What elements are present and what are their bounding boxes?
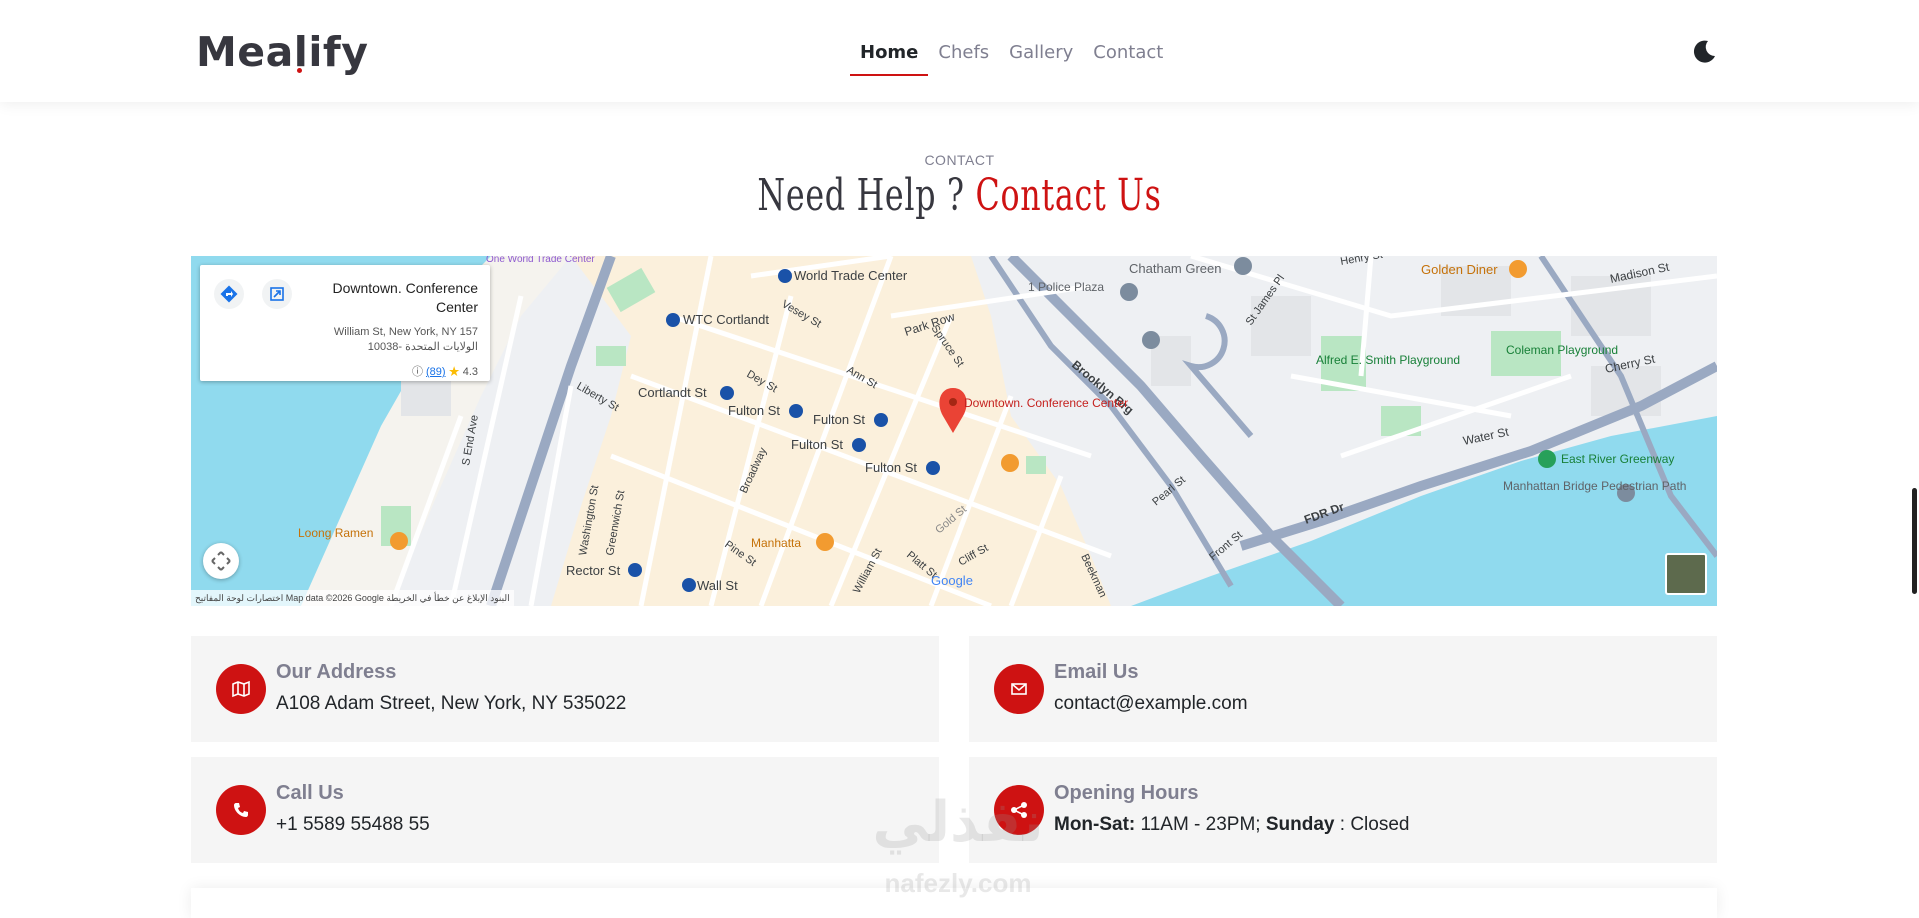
map-label: Coleman Playground: [1506, 343, 1618, 357]
contact-email-link[interactable]: contact@example.com: [1054, 693, 1248, 715]
logo-dot: [297, 68, 302, 73]
map-label: Alfred E. Smith Playground: [1316, 353, 1460, 367]
section-title-accent: Contact Us: [975, 170, 1162, 221]
rating-value: 4.3: [462, 366, 478, 378]
map-label: 1 Police Plaza: [1028, 280, 1104, 294]
share-icon: [994, 785, 1044, 835]
scrollbar-thumb[interactable]: [1912, 488, 1917, 594]
star-icon: ★: [448, 366, 460, 378]
map-label: Manhatta: [751, 536, 801, 550]
site-header: Mealify Home Chefs Gallery Contact: [0, 0, 1919, 102]
map-label: Manhattan Bridge Pedestrian Path: [1503, 479, 1686, 493]
google-map[interactable]: World Trade Center WTC Cortlandt Cortlan…: [191, 256, 1717, 606]
info-icon[interactable]: ⓘ: [412, 366, 423, 378]
phone-icon: [216, 785, 266, 835]
nav-link-gallery[interactable]: Gallery: [999, 40, 1083, 73]
place-address-line2: 10038- الولايات المتحدة: [367, 341, 478, 353]
fullscreen-icon[interactable]: [203, 543, 239, 579]
hours-time: 11AM - 23PM;: [1135, 814, 1266, 835]
moon-icon[interactable]: [1690, 36, 1720, 66]
opening-hours-value: Mon-Sat: 11AM - 23PM; Sunday : Closed: [1054, 814, 1409, 836]
map-label: Loong Ramen: [298, 526, 373, 540]
map-label: One World Trade Center: [486, 256, 595, 265]
map-icon: [216, 664, 266, 714]
hours-days: Mon-Sat:: [1054, 814, 1136, 835]
envelope-icon: [994, 664, 1044, 714]
contact-label: Email Us: [1054, 661, 1139, 683]
contact-label: Our Address: [276, 661, 397, 683]
nav-link-contact[interactable]: Contact: [1083, 40, 1173, 73]
map-label: Fulton St: [813, 412, 865, 427]
map-attribution: اختصارات لوحة المفاتيح Map data ©2026 Go…: [191, 590, 514, 606]
hours-closed: : Closed: [1334, 814, 1410, 835]
map-marker-label: Downtown. Conference Center: [964, 396, 1128, 410]
main-nav: Home Chefs Gallery Contact: [850, 40, 1173, 76]
map-label: Rector St: [566, 563, 621, 578]
section-title-plain: Need Help ?: [757, 170, 965, 221]
section-subtitle: CONTACT: [924, 152, 995, 168]
place-name: Downtown. Conference Center: [332, 280, 478, 315]
map-label: Golden Diner: [1421, 262, 1498, 277]
reviews-link[interactable]: (89): [426, 366, 446, 378]
map-label: Wall St: [697, 578, 738, 593]
google-brand: Google: [931, 573, 973, 588]
contact-phone-link[interactable]: +1 5589 55488 55: [276, 814, 430, 836]
place-address-line1: William St, New York, NY 157: [333, 326, 478, 338]
site-logo[interactable]: Mealify: [196, 28, 368, 76]
directions-icon[interactable]: [214, 279, 244, 309]
map-label: Chatham Green: [1129, 261, 1222, 276]
contact-card-address: Our Address A108 Adam Street, New York, …: [191, 636, 939, 742]
contact-card-hours: Opening Hours Mon-Sat: 11AM - 23PM; Sund…: [969, 757, 1717, 863]
map-label: Fulton St: [865, 460, 917, 475]
map-label: East River Greenway: [1561, 452, 1674, 466]
place-address: William St, New York, NY 157 10038- الول…: [334, 325, 478, 355]
map-label: Fulton St: [791, 437, 843, 452]
place-rating: ⓘ (89) ★ 4.3: [412, 363, 478, 379]
nav-link-home[interactable]: Home: [850, 40, 929, 76]
nav-link-chefs[interactable]: Chefs: [928, 40, 999, 73]
contact-label: Opening Hours: [1054, 782, 1199, 804]
hours-sunday: Sunday: [1265, 814, 1335, 835]
map-label: Fulton St: [728, 403, 780, 418]
contact-card-email: Email Us contact@example.com: [969, 636, 1717, 742]
satellite-view-toggle[interactable]: [1665, 553, 1707, 595]
map-label: WTC Cortlandt: [683, 312, 769, 327]
open-larger-map-icon[interactable]: [262, 279, 292, 309]
map-place-card: Downtown. Conference Center William St, …: [200, 265, 490, 381]
map-label: Cortlandt St: [638, 385, 707, 400]
contact-value: A108 Adam Street, New York, NY 535022: [276, 693, 627, 714]
section-title: Need Help ? Contact Us: [269, 170, 1651, 221]
contact-form-container: [191, 888, 1717, 918]
map-label: World Trade Center: [794, 268, 908, 283]
contact-label: Call Us: [276, 782, 344, 804]
contact-card-phone: Call Us +1 5589 55488 55: [191, 757, 939, 863]
